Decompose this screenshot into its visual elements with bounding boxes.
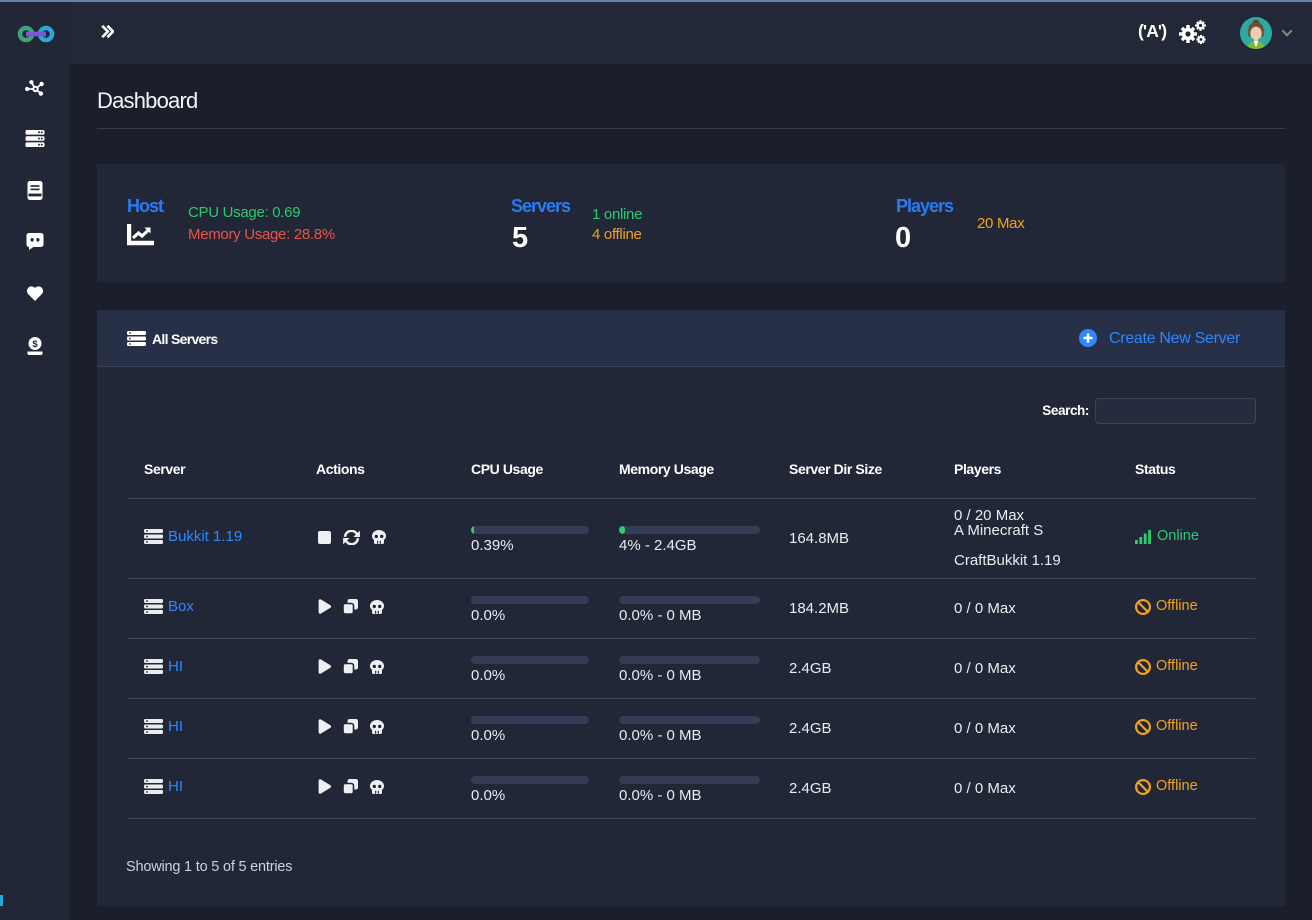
svg-text:$: $ (32, 339, 38, 350)
